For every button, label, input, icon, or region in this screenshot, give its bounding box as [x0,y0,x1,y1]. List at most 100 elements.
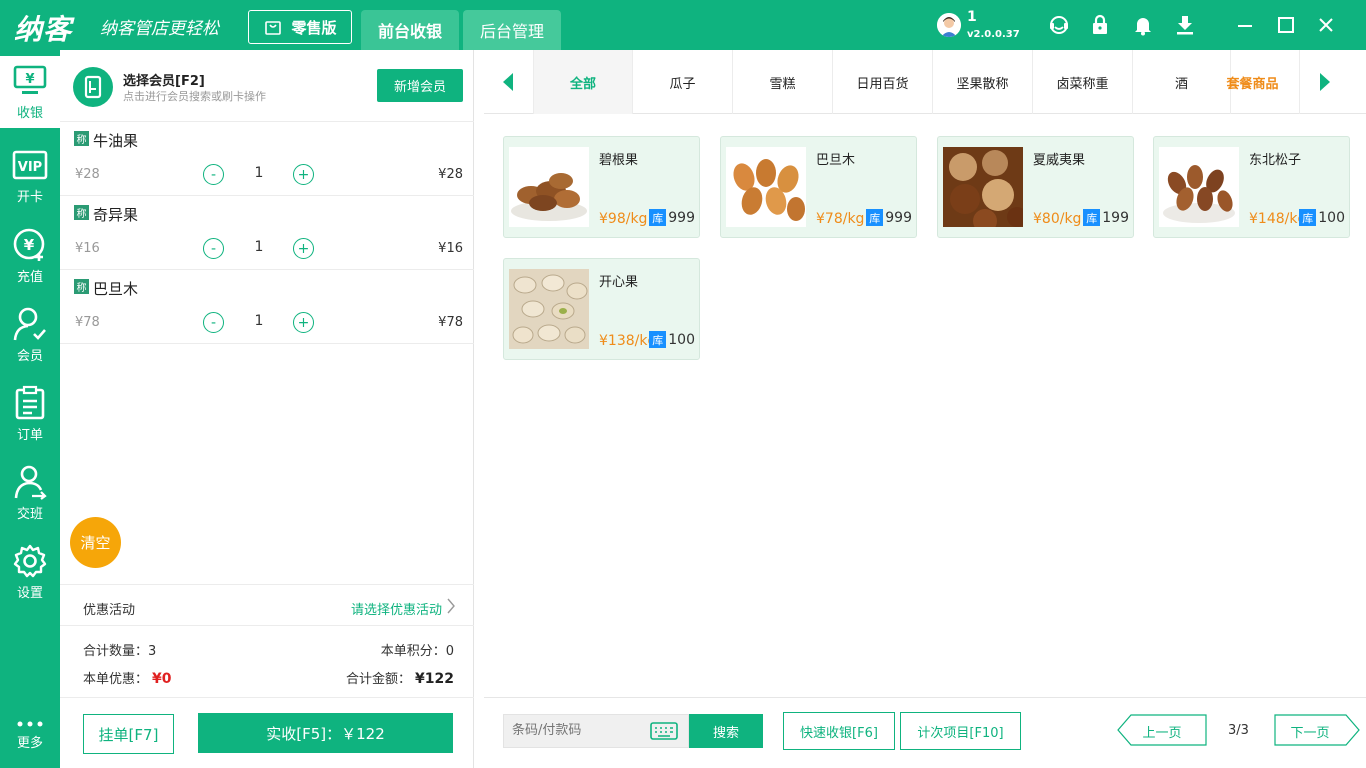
increase-qty-button[interactable]: + [293,164,314,185]
add-member-button[interactable]: 新增会员 [377,69,463,102]
tab-backend-admin[interactable]: 后台管理 [463,10,561,50]
stock-tag: 库 [649,209,667,226]
sidebar-item-label: 交班 [16,507,43,522]
sidebar-item-cashier[interactable]: ¥ 收银 [0,56,60,128]
category-tab[interactable]: 雪糕 [733,50,833,114]
top-bar: 纳客 纳客管店更轻松 零售版 前台收银 后台管理 1 v2.0.0.37 [0,0,1366,50]
cart-item-price: ¥16 [75,241,100,256]
increase-qty-button[interactable]: + [293,312,314,333]
lock-icon[interactable] [1089,14,1111,36]
increase-qty-button[interactable]: + [293,238,314,259]
promotion-row[interactable]: 优惠活动 请选择优惠活动 [60,584,474,626]
sidebar-item-member[interactable]: 会员 [0,299,60,371]
barcode-search-box [503,714,689,748]
cart-item-total: ¥78 [438,315,463,330]
cart-item-total: ¥28 [438,167,463,182]
settings-icon [13,544,47,578]
count-item-button[interactable]: 计次项目[F10] [900,712,1021,750]
stock-tag: 库 [866,209,884,226]
category-tab[interactable]: 坚果散称 [933,50,1033,114]
product-name: 开心果 [599,275,639,290]
stock-count: 999 [668,209,695,226]
checkout-button[interactable]: 实收[F5]：￥122 [198,713,453,753]
decrease-qty-button[interactable]: - [203,312,224,333]
cart-panel: 选择会员[F2] 点击进行会员搜索或刷卡操作 新增会员 称 牛油果 ¥28 - … [60,50,474,768]
recharge-icon: ¥ [13,228,45,261]
member-title: 选择会员[F2] [123,74,205,89]
cart-item-qty[interactable]: 1 [246,239,272,255]
shopping-bag-icon [265,21,282,35]
weigh-tag: 称 [74,279,89,294]
weigh-tag: 称 [74,205,89,220]
minimize-icon[interactable] [1234,14,1256,36]
cart-item-qty[interactable]: 1 [246,165,272,181]
sidebar-item-order[interactable]: 订单 [0,378,60,450]
bell-icon[interactable] [1132,14,1154,36]
hang-order-button[interactable]: 挂单[F7] [83,714,174,754]
sidebar-item-recharge[interactable]: ¥ 充值 [0,220,60,292]
cart-item-qty[interactable]: 1 [246,313,272,329]
shift-icon [14,465,47,500]
cart-item[interactable]: 称 牛油果 ¥28 - 1 + ¥28 [60,122,474,196]
category-tab[interactable]: 卤菜称重 [1033,50,1133,114]
sidebar-item-more[interactable]: 更多 [0,706,60,762]
member-selector[interactable]: 选择会员[F2] 点击进行会员搜索或刷卡操作 新增会员 [60,50,474,122]
download-icon[interactable] [1174,14,1196,36]
category-prev-arrow-icon[interactable] [502,72,514,92]
next-page-button[interactable]: 下一页 [1274,714,1360,746]
app-slogan: 纳客管店更轻松 [100,19,219,39]
category-next-arrow-icon[interactable] [1319,72,1331,92]
edition-badge[interactable]: 零售版 [248,10,352,44]
sidebar-item-open-card[interactable]: VIP 开卡 [0,140,60,212]
order-icon [15,385,45,420]
sidebar-item-settings[interactable]: 设置 [0,536,60,608]
total-count-value: 3 [148,644,157,659]
app-logo: 纳客 [14,13,73,46]
prev-page-button[interactable]: 上一页 [1117,714,1207,746]
category-tab[interactable]: 日用百货 [833,50,933,114]
cart-item[interactable]: 称 巴旦木 ¥78 - 1 + ¥78 [60,270,474,344]
barcode-input[interactable] [512,723,642,738]
keyboard-icon[interactable] [650,722,678,740]
category-tab[interactable]: 瓜子 [633,50,733,114]
product-price: ¥80/kg [1033,211,1082,227]
total-count: 合计数量：3 [83,640,156,659]
search-button[interactable]: 搜索 [689,714,763,748]
sidebar-item-label: 会员 [16,349,43,364]
order-points: 本单积分：0 [381,640,454,659]
stock-tag: 库 [649,331,667,348]
order-points-label: 本单积分： [380,644,446,659]
product-price: ¥148/kg [1249,211,1307,227]
maximize-icon[interactable] [1275,14,1297,36]
user-avatar[interactable] [937,13,961,37]
product-image-almond [726,147,806,227]
decrease-qty-button[interactable]: - [203,238,224,259]
stock-count: 199 [1102,209,1129,226]
prev-page-label: 上一页 [1142,726,1182,741]
quick-checkout-button[interactable]: 快速收银[F6] [783,712,895,750]
category-bar: 全部 瓜子 雪糕 日用百货 坚果散称 卤菜称重 酒 套餐商品 [484,50,1366,114]
product-card[interactable]: 夏威夷果 ¥80/kg 库 199 [937,136,1134,238]
clear-cart-button[interactable]: 清空 [70,517,121,568]
headset-icon[interactable] [1048,14,1070,36]
sidebar-item-shift[interactable]: 交班 [0,457,60,529]
product-card[interactable]: 开心果 ¥138/kg 库 100 [503,258,700,360]
select-promotion-link[interactable]: 请选择优惠活动 [351,599,442,618]
decrease-qty-button[interactable]: - [203,164,224,185]
order-discount-value: ¥0 [152,671,172,687]
next-page-label: 下一页 [1290,726,1330,741]
cart-item[interactable]: 称 奇异果 ¥16 - 1 + ¥16 [60,196,474,270]
tab-front-cashier[interactable]: 前台收银 [361,10,459,50]
product-card[interactable]: 巴旦木 ¥78/kg 库 999 [720,136,917,238]
close-icon[interactable] [1315,14,1337,36]
cart-item-name: 牛油果 [93,132,139,150]
bottom-toolbar: 搜索 快速收银[F6] 计次项目[F10] 上一页 3/3 下一页 [484,697,1366,768]
product-card[interactable]: 东北松子 ¥148/kg 库 100 [1153,136,1350,238]
cart-item-name: 奇异果 [93,206,139,224]
order-amount: 合计金额： ¥122 [346,668,454,687]
sidebar: ¥ 收银 VIP 开卡 ¥ 充值 会员 订单 交班 设置 更多 [0,50,60,768]
category-tab-combo[interactable]: 套餐商品 [1206,50,1300,114]
product-panel: 全部 瓜子 雪糕 日用百货 坚果散称 卤菜称重 酒 套餐商品 碧根果 ¥98/k… [484,50,1366,768]
category-tab[interactable]: 全部 [533,50,633,114]
product-card[interactable]: 碧根果 ¥98/kg 库 999 [503,136,700,238]
